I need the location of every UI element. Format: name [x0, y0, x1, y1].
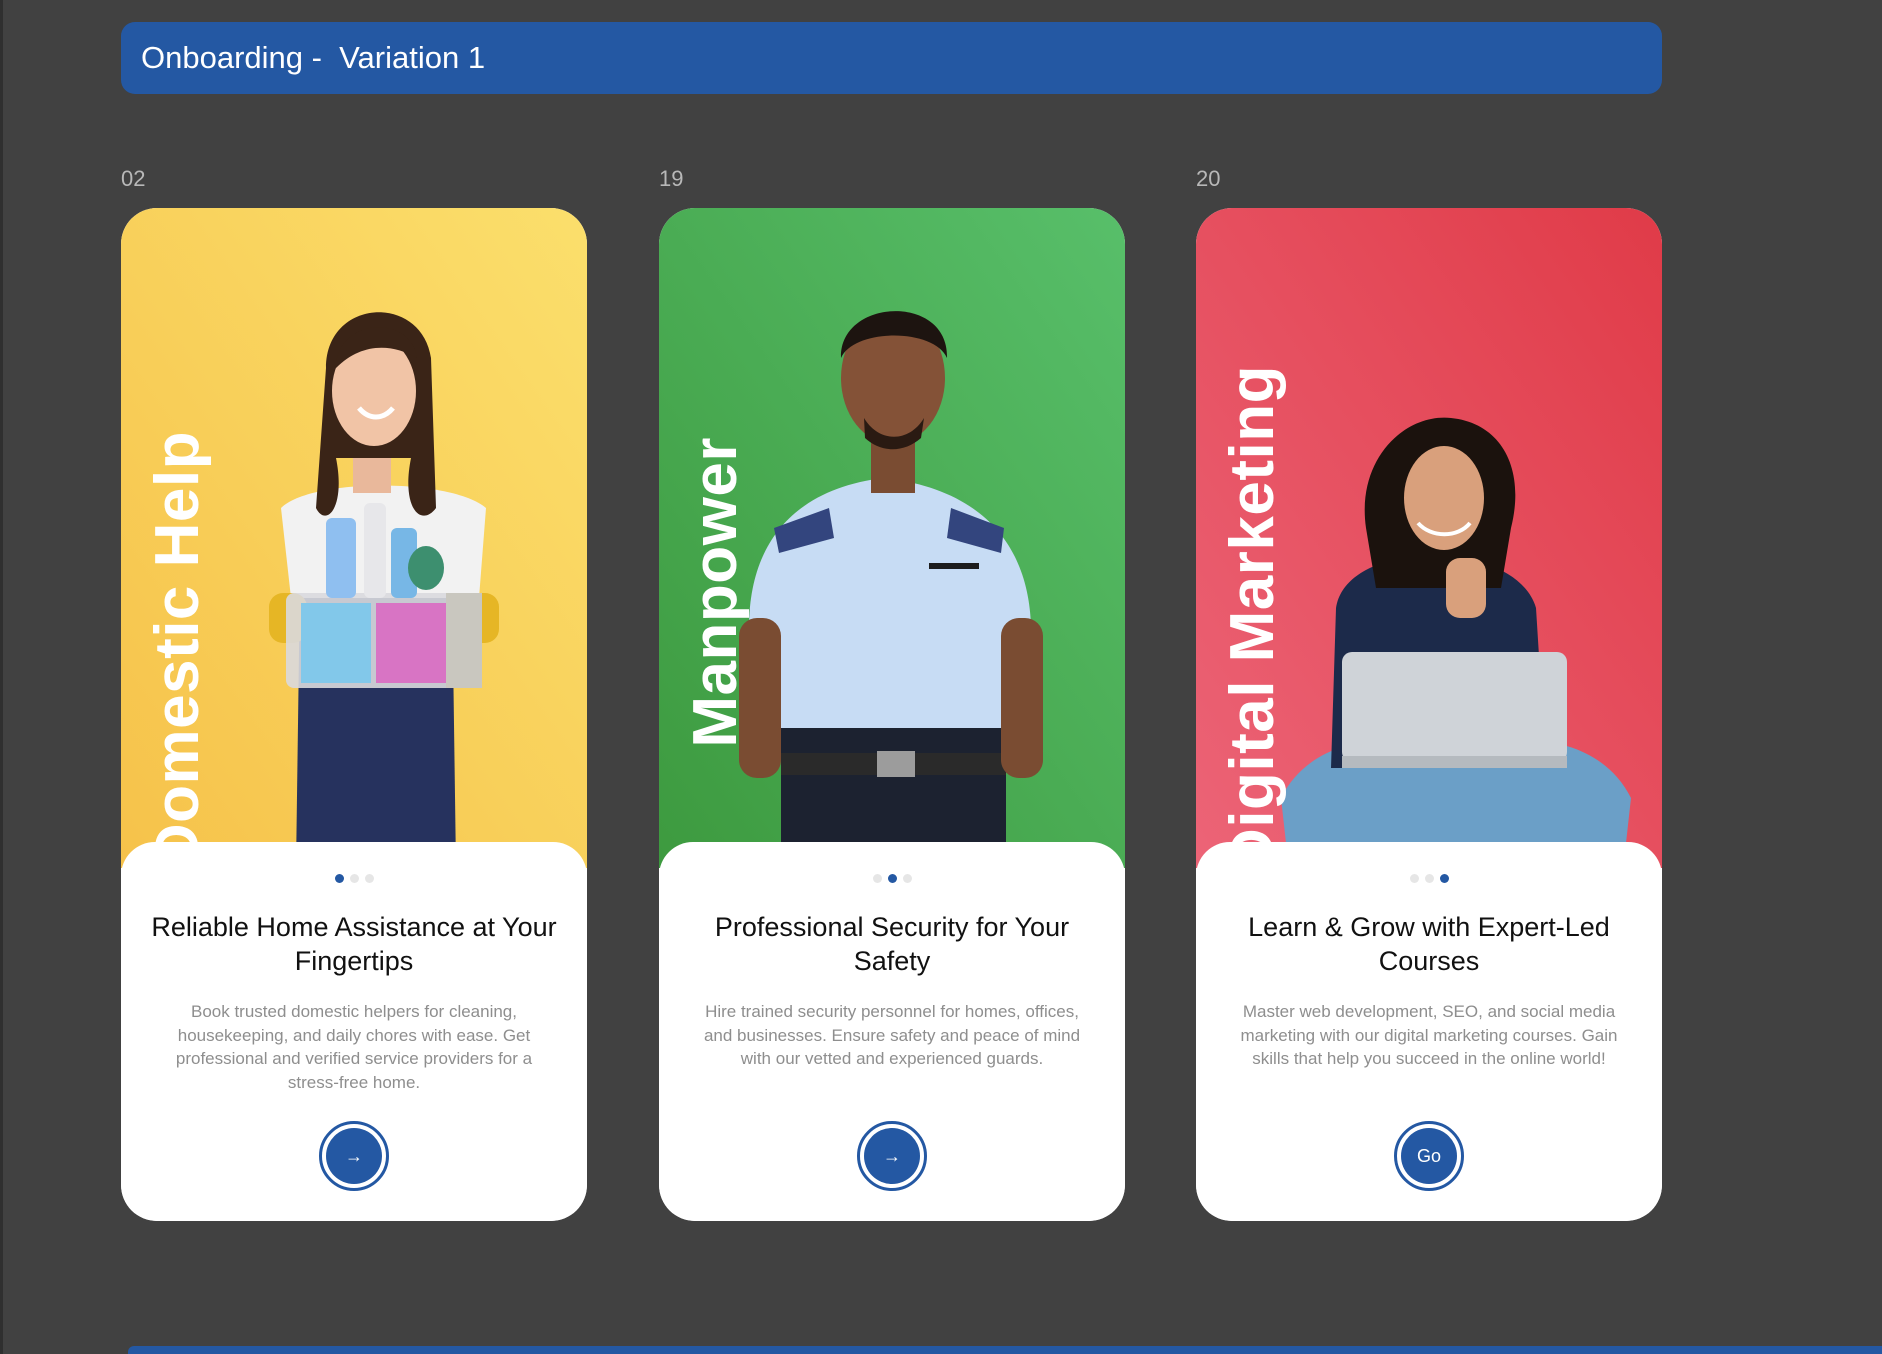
onboarding-card[interactable]: Digital Marketing Learn & Grow with Expe…: [1196, 208, 1662, 1221]
vertical-title-text: Manpower: [680, 437, 750, 748]
page-dot[interactable]: [364, 874, 374, 883]
frame-number: 02: [121, 166, 146, 191]
go-button[interactable]: Go: [1394, 1121, 1464, 1191]
page-indicator: [1196, 874, 1662, 883]
frame-number: 19: [659, 166, 684, 191]
canvas-edge: [0, 0, 3, 1354]
card-headline: Learn & Grow with Expert-Led Courses: [1248, 912, 1610, 976]
frame-number: 20: [1196, 166, 1221, 191]
page-dot[interactable]: [1409, 874, 1419, 883]
card-headline: Professional Security for Your Safety: [714, 912, 1070, 976]
card-description: Hire trained security personnel for home…: [703, 1002, 1081, 1068]
hero-section: Domestic Help: [121, 208, 587, 868]
page-dot[interactable]: [334, 874, 344, 883]
next-button[interactable]: →: [319, 1121, 389, 1191]
card-description: Master web development, SEO, and social …: [1240, 1002, 1618, 1068]
page-dot[interactable]: [349, 874, 359, 883]
hero-section: Manpower: [659, 208, 1125, 868]
hero-section: Digital Marketing: [1196, 208, 1662, 873]
vertical-title: Digital Marketing: [1210, 268, 1294, 873]
content-sheet: Reliable Home Assistance at Your Fingert…: [121, 842, 587, 1221]
onboarding-card[interactable]: Manpower Professional Security for Your …: [659, 208, 1125, 1221]
onboarding-card[interactable]: Domestic Help Reliable Home Assistance a…: [121, 208, 587, 1221]
section-title: Onboarding - Variation 1: [141, 40, 486, 75]
page-dot[interactable]: [872, 874, 882, 883]
arrow-right-icon: →: [326, 1128, 382, 1184]
vertical-title-text: Domestic Help: [142, 430, 212, 868]
page-indicator: [121, 874, 587, 883]
section-header[interactable]: Onboarding - Variation 1: [121, 22, 1662, 94]
content-sheet: Professional Security for Your Safety Hi…: [659, 842, 1125, 1221]
page-indicator: [659, 874, 1125, 883]
vertical-title: Manpower: [673, 268, 757, 868]
vertical-title-text: Digital Marketing: [1217, 364, 1287, 873]
vertical-title: Domestic Help: [135, 268, 219, 868]
card-description: Book trusted domestic helpers for cleani…: [175, 1002, 533, 1092]
next-section-header[interactable]: [128, 1346, 1882, 1354]
card-headline: Reliable Home Assistance at Your Fingert…: [151, 912, 557, 976]
page-dot[interactable]: [887, 874, 897, 883]
content-sheet: Learn & Grow with Expert-Led Courses Mas…: [1196, 842, 1662, 1221]
page-dot[interactable]: [1439, 874, 1449, 883]
page-dot[interactable]: [1424, 874, 1434, 883]
page-dot[interactable]: [902, 874, 912, 883]
go-label: Go: [1401, 1128, 1457, 1184]
next-button[interactable]: →: [857, 1121, 927, 1191]
arrow-right-icon: →: [864, 1128, 920, 1184]
